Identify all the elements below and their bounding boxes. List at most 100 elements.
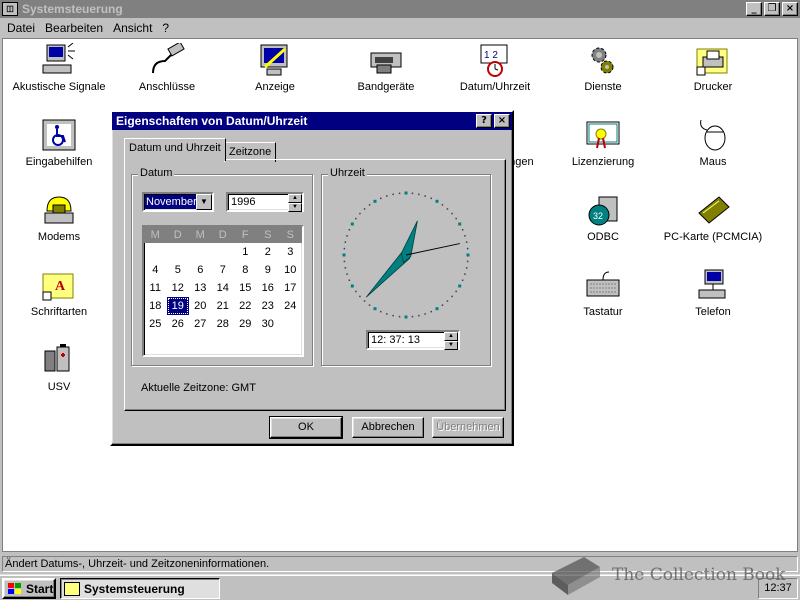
- applet-label: USV: [47, 381, 71, 393]
- help-button[interactable]: ?: [476, 114, 492, 128]
- menu-ansicht[interactable]: Ansicht: [108, 21, 157, 35]
- calendar-day[interactable]: 5: [167, 261, 190, 279]
- time-spin-buttons[interactable]: ▲ ▼: [444, 332, 458, 350]
- applet-maus[interactable]: Maus: [658, 118, 768, 168]
- calendar-day[interactable]: 10: [279, 261, 302, 279]
- year-spinner[interactable]: 1996 ▲ ▼: [226, 192, 304, 212]
- calendar-day[interactable]: 14: [212, 279, 235, 297]
- calendar-day[interactable]: 7: [212, 261, 235, 279]
- apply-button[interactable]: Übernehmen: [432, 417, 504, 438]
- calendar-day[interactable]: 16: [257, 279, 280, 297]
- calendar-empty-cell: [167, 243, 190, 261]
- tape-drive-icon: [368, 43, 404, 77]
- time-value: 12: 37: 13: [371, 334, 420, 346]
- applet-bandgeraete[interactable]: Bandgeräte: [331, 43, 441, 93]
- applet-datum-uhrzeit[interactable]: 1 2 Datum/Uhrzeit: [440, 43, 550, 93]
- spin-up-icon[interactable]: ▲: [444, 332, 458, 341]
- year-spin-buttons[interactable]: ▲ ▼: [288, 194, 302, 212]
- applet-lizenzierung[interactable]: Lizenzierung: [548, 118, 658, 168]
- clock-minute-mark: [359, 295, 361, 298]
- menu-bearbeiten[interactable]: Bearbeiten: [40, 21, 108, 35]
- analog-clock: [342, 191, 470, 319]
- minimize-button[interactable]: _: [746, 2, 762, 16]
- calendar-day[interactable]: 24: [279, 297, 302, 315]
- calendar-day[interactable]: 30: [257, 315, 280, 333]
- calendar-day[interactable]: 23: [257, 297, 280, 315]
- dialog-title-bar[interactable]: Eigenschaften von Datum/Uhrzeit ? ×: [112, 112, 512, 130]
- calendar: M D M D F S S 1 2 3 4 5 6 7 8 9 10 11 12 13 14 15 16 17 1…: [142, 225, 304, 357]
- svg-text:1 2: 1 2: [484, 50, 498, 61]
- applet-modems[interactable]: Modems: [4, 193, 114, 243]
- menu-help[interactable]: ?: [157, 21, 174, 35]
- start-button[interactable]: Start: [2, 578, 56, 599]
- telephony-icon: [695, 268, 731, 302]
- applet-telefon[interactable]: Telefon: [658, 268, 768, 318]
- speaker-icon: [41, 42, 77, 77]
- clock-minute-mark: [411, 192, 414, 195]
- spin-down-icon[interactable]: ▼: [444, 341, 458, 350]
- calendar-day[interactable]: 22: [234, 297, 257, 315]
- close-button[interactable]: ×: [782, 2, 798, 16]
- applet-label: Modems: [37, 231, 81, 243]
- taskbar-button-systemsteuerung[interactable]: Systemsteuerung: [60, 578, 220, 599]
- calendar-day[interactable]: 6: [189, 261, 212, 279]
- applet-tastatur[interactable]: Tastatur: [548, 268, 658, 318]
- calendar-day[interactable]: 17: [279, 279, 302, 297]
- applet-drucker[interactable]: Drucker: [658, 43, 768, 93]
- calendar-day[interactable]: 28: [212, 315, 235, 333]
- applet-eingabehilfen[interactable]: Eingabehilfen: [4, 118, 114, 168]
- calendar-day[interactable]: 27: [189, 315, 212, 333]
- applet-schriftarten[interactable]: A Schriftarten: [4, 268, 114, 318]
- dialog-close-button[interactable]: ×: [494, 114, 510, 128]
- applet-odbc[interactable]: 32 ODBC: [548, 193, 658, 243]
- applet-usv[interactable]: USV: [4, 343, 114, 393]
- clock-minute-mark: [386, 195, 388, 197]
- applet-anschluesse[interactable]: Anschlüsse: [112, 41, 222, 93]
- applet-label: Tastatur: [583, 306, 623, 318]
- calendar-day[interactable]: 18: [144, 297, 167, 315]
- restore-button[interactable]: ❐: [764, 2, 780, 16]
- calendar-day[interactable]: 29: [234, 315, 257, 333]
- calendar-day[interactable]: 25: [144, 315, 167, 333]
- calendar-day[interactable]: 26: [167, 315, 190, 333]
- clock-second-hand: [405, 243, 460, 256]
- calendar-day[interactable]: 8: [234, 261, 257, 279]
- applet-label: Datum/Uhrzeit: [459, 81, 531, 93]
- watermark-text: The Collection Book: [612, 565, 786, 585]
- calendar-day[interactable]: 20: [189, 297, 212, 315]
- ok-button[interactable]: OK: [269, 416, 343, 439]
- menu-datei[interactable]: Datei: [2, 21, 40, 35]
- month-select[interactable]: November ▼: [142, 192, 214, 212]
- calendar-day[interactable]: 3: [279, 243, 302, 261]
- spin-up-icon[interactable]: ▲: [288, 194, 302, 203]
- applet-dienste[interactable]: Dienste: [548, 43, 658, 93]
- clock-minute-mark: [455, 217, 457, 220]
- calendar-day[interactable]: 11: [144, 279, 167, 297]
- window-title-bar[interactable]: ◫ Systemsteuerung _ ❐ ×: [0, 0, 800, 18]
- menu-bar: Datei Bearbeiten Ansicht ?: [0, 18, 800, 38]
- time-spinner[interactable]: 12: 37: 13 ▲ ▼: [366, 330, 460, 350]
- dropdown-arrow-icon[interactable]: ▼: [196, 194, 212, 210]
- calendar-day[interactable]: 12: [167, 279, 190, 297]
- calendar-day[interactable]: 9: [257, 261, 280, 279]
- calendar-day[interactable]: 21: [212, 297, 235, 315]
- clock-minute-mark: [418, 193, 420, 196]
- calendar-day[interactable]: 15: [234, 279, 257, 297]
- applet-anzeige[interactable]: Anzeige: [220, 43, 330, 93]
- calendar-day[interactable]: 2: [257, 243, 280, 261]
- watermark: The Collection Book: [548, 552, 788, 598]
- clock-minute-mark: [451, 212, 453, 215]
- calendar-day[interactable]: 4: [144, 261, 167, 279]
- spin-down-icon[interactable]: ▼: [288, 203, 302, 212]
- tab-datum-und-uhrzeit[interactable]: Datum und Uhrzeit: [124, 138, 226, 161]
- applet-label: Akustische Signale: [12, 81, 106, 93]
- calendar-day[interactable]: 1: [234, 243, 257, 261]
- weekday-label: D: [173, 229, 182, 241]
- calendar-day[interactable]: 19: [166, 297, 189, 315]
- clock-hour-mark: [435, 307, 439, 311]
- cancel-button[interactable]: Abbrechen: [352, 417, 424, 438]
- calendar-day[interactable]: 13: [189, 279, 212, 297]
- applet-akustische-signale[interactable]: Akustische Signale: [4, 42, 114, 93]
- applet-label: Eingabehilfen: [25, 156, 93, 168]
- applet-pc-karte[interactable]: PC-Karte (PCMCIA): [658, 193, 768, 243]
